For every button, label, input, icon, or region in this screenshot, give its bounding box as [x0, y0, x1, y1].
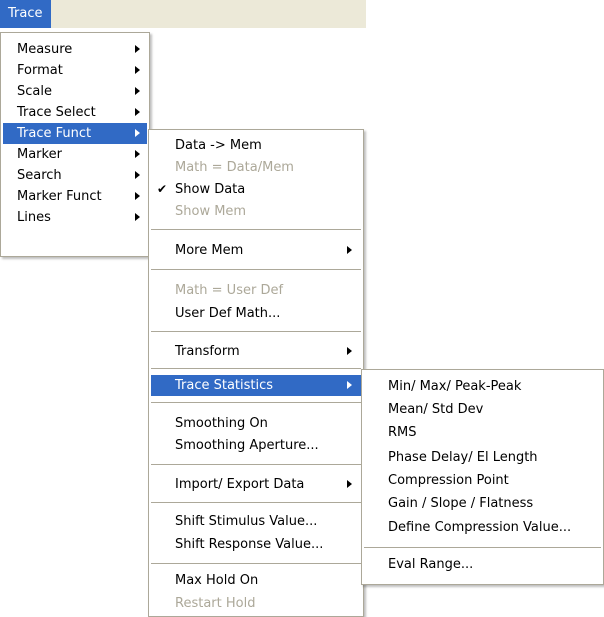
menu-item-data-to-mem[interactable]: Data -> Mem: [151, 135, 361, 156]
menu-item-shift-stimulus-value[interactable]: Shift Stimulus Value...: [151, 511, 361, 532]
menu-separator: [151, 402, 361, 403]
menu-item-compression-point[interactable]: Compression Point: [364, 470, 601, 491]
menu-item-marker-funct[interactable]: Marker Funct: [3, 186, 147, 207]
submenu-arrow-icon: [135, 87, 140, 95]
menu-item-eval-range[interactable]: Eval Range...: [364, 554, 601, 575]
submenu-arrow-icon: [135, 66, 140, 74]
menu-item-mean-std-dev[interactable]: Mean/ Std Dev: [364, 399, 601, 420]
menu-item-smoothing-aperture[interactable]: Smoothing Aperture...: [151, 435, 361, 456]
menu-item-more-mem[interactable]: More Mem: [151, 240, 361, 261]
menu-item-marker[interactable]: Marker: [3, 144, 147, 165]
trace-menu: Measure Format Scale Trace Select Trace …: [0, 32, 150, 257]
submenu-arrow-icon: [347, 246, 352, 254]
menu-item-phase-delay-el-length[interactable]: Phase Delay/ El Length: [364, 447, 601, 468]
menu-item-math-user-def[interactable]: Math = User Def: [151, 280, 361, 301]
menu-item-measure[interactable]: Measure: [3, 39, 147, 60]
menu-separator: [151, 368, 361, 369]
submenu-arrow-icon: [135, 150, 140, 158]
menu-item-import-export-data[interactable]: Import/ Export Data: [151, 474, 361, 495]
submenu-arrow-icon: [347, 381, 352, 389]
menu-item-trace-select[interactable]: Trace Select: [3, 102, 147, 123]
menu-item-search[interactable]: Search: [3, 165, 147, 186]
checkmark-icon: ✔: [157, 182, 168, 196]
menu-item-show-data[interactable]: ✔ Show Data: [151, 179, 361, 200]
menu-separator: [151, 331, 361, 332]
menu-separator: [151, 464, 361, 465]
menu-item-transform[interactable]: Transform: [151, 341, 361, 362]
menu-item-scale[interactable]: Scale: [3, 81, 147, 102]
menu-item-trace-funct[interactable]: Trace Funct: [3, 123, 147, 144]
menu-separator: [151, 269, 361, 270]
menu-separator: [151, 502, 361, 503]
menu-separator: [151, 229, 361, 230]
menu-item-smoothing-on[interactable]: Smoothing On: [151, 413, 361, 434]
menu-item-shift-response-value[interactable]: Shift Response Value...: [151, 534, 361, 555]
menu-bar: Trace: [0, 0, 366, 28]
submenu-arrow-icon: [347, 347, 352, 355]
menu-item-define-compression-value[interactable]: Define Compression Value...: [364, 517, 601, 538]
menu-item-gain-slope-flatness[interactable]: Gain / Slope / Flatness: [364, 493, 601, 514]
menu-item-rms[interactable]: RMS: [364, 422, 601, 443]
trace-funct-submenu: Data -> Mem Math = Data/Mem ✔ Show Data …: [148, 129, 364, 617]
menu-item-min-max-peak-peak[interactable]: Min/ Max/ Peak-Peak: [364, 376, 601, 397]
menu-item-user-def-math[interactable]: User Def Math...: [151, 303, 361, 324]
submenu-arrow-icon: [135, 45, 140, 53]
trace-statistics-submenu: Min/ Max/ Peak-Peak Mean/ Std Dev RMS Ph…: [361, 369, 604, 585]
submenu-arrow-icon: [135, 192, 140, 200]
submenu-arrow-icon: [135, 108, 140, 116]
menu-item-show-mem[interactable]: Show Mem: [151, 201, 361, 222]
menu-item-math-data-mem[interactable]: Math = Data/Mem: [151, 157, 361, 178]
submenu-arrow-icon: [347, 480, 352, 488]
menu-item-format[interactable]: Format: [3, 60, 147, 81]
menu-separator: [364, 547, 601, 548]
menu-item-restart-hold[interactable]: Restart Hold: [151, 593, 361, 614]
menu-item-trace-statistics[interactable]: Trace Statistics: [151, 375, 361, 396]
submenu-arrow-icon: [135, 171, 140, 179]
submenu-arrow-icon: [135, 129, 140, 137]
submenu-arrow-icon: [135, 213, 140, 221]
menu-separator: [151, 563, 361, 564]
menu-item-max-hold-on[interactable]: Max Hold On: [151, 570, 361, 591]
trace-menu-title[interactable]: Trace: [0, 0, 51, 28]
menu-item-lines[interactable]: Lines: [3, 207, 147, 228]
